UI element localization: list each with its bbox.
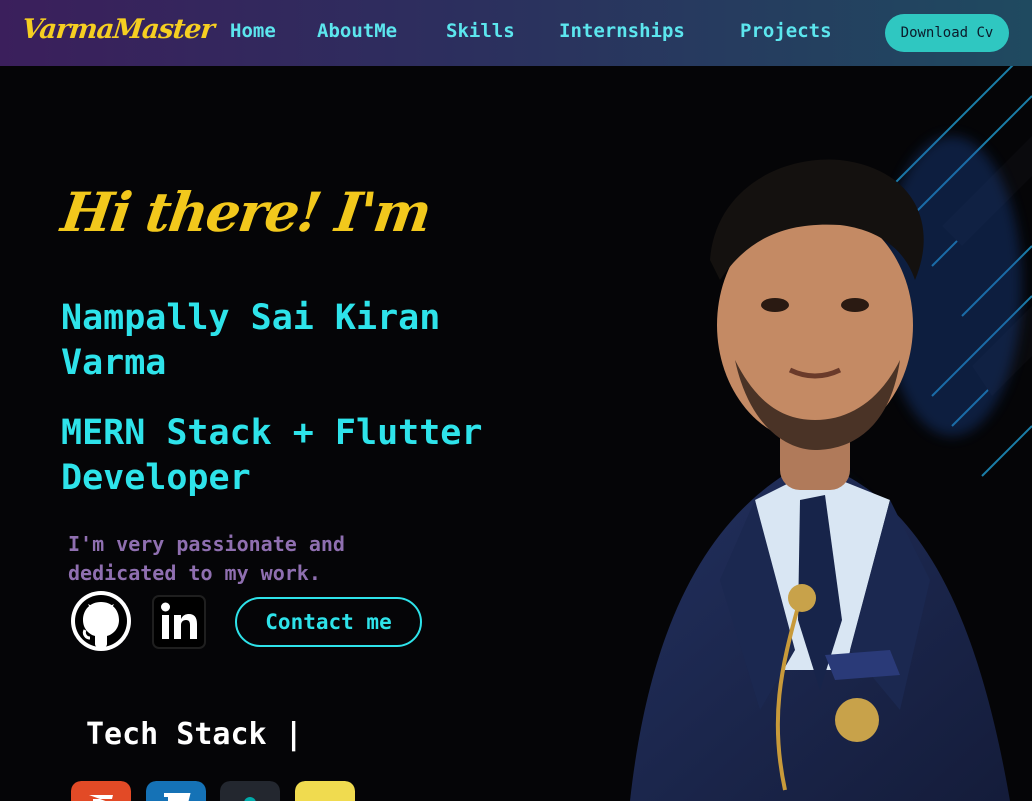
full-name: Nampally Sai Kiran Varma (61, 298, 441, 383)
tech-stack-heading: Tech Stack | (86, 717, 303, 752)
nav-skills[interactable]: Skills (446, 20, 515, 42)
download-cv-button[interactable]: Download Cv (885, 14, 1009, 52)
greeting-heading: Hi there! I'm (57, 180, 434, 244)
contact-me-button[interactable]: Contact me (235, 597, 422, 647)
css3-icon (146, 781, 206, 801)
linkedin-icon[interactable] (150, 593, 208, 651)
nav-home[interactable]: Home (230, 20, 276, 42)
job-title: MERN Stack + Flutter Developer (61, 413, 483, 498)
brand-logo[interactable]: VarmaMaster (20, 14, 215, 45)
html5-icon (71, 781, 131, 801)
tagline: I'm very passionate and dedicated to my … (68, 532, 345, 585)
nav-internships[interactable]: Internships (559, 20, 685, 42)
nav-projects[interactable]: Projects (740, 20, 832, 42)
javascript-icon (295, 781, 355, 801)
navbar: VarmaMaster Home AboutMe Skills Internsh… (0, 0, 1032, 66)
profile-photo (630, 159, 1010, 801)
nav-aboutme[interactable]: AboutMe (317, 20, 397, 42)
dark-icon (220, 781, 280, 801)
github-icon[interactable] (70, 590, 132, 652)
